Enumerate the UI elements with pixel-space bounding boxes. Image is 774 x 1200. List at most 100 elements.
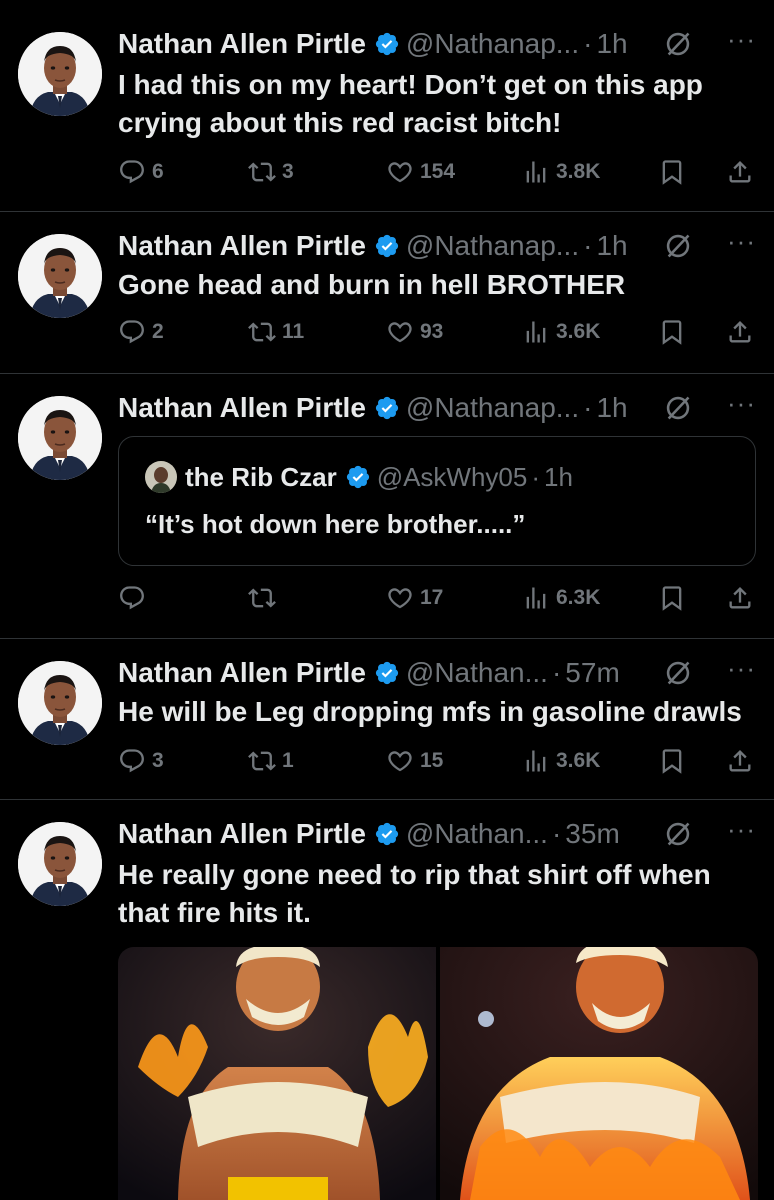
tweet[interactable]: Nathan Allen Pirtle @Nathan... · 57m ···… xyxy=(0,639,774,800)
tweet-image[interactable] xyxy=(440,947,758,1200)
view-count: 3.8K xyxy=(556,160,601,183)
more-icon[interactable]: ··· xyxy=(727,814,756,845)
verified-badge-icon xyxy=(374,395,400,421)
reply-button[interactable]: 3 xyxy=(118,741,164,781)
views-button[interactable]: 3.6K xyxy=(522,312,600,352)
bookmark-button[interactable] xyxy=(658,741,692,781)
repost-count: 1 xyxy=(282,749,294,772)
reply-icon xyxy=(118,318,146,346)
bookmark-button[interactable] xyxy=(658,312,692,352)
verified-badge-icon xyxy=(374,31,400,57)
timestamp[interactable]: 57m xyxy=(565,657,619,689)
quoted-author-name: the Rib Czar xyxy=(185,461,337,492)
avatar[interactable] xyxy=(18,396,102,480)
separator-dot: · xyxy=(583,28,593,59)
share-icon xyxy=(726,747,754,775)
view-count: 6.3K xyxy=(556,586,601,609)
author-handle[interactable]: @Nathanap... xyxy=(406,230,579,262)
bookmark-button[interactable] xyxy=(658,152,692,192)
tweet-text: He really gone need to rip that shirt of… xyxy=(118,859,711,928)
author-handle[interactable]: @Nathanap... xyxy=(406,392,579,424)
repost-button[interactable]: 11 xyxy=(248,312,304,352)
reply-button[interactable]: 6 xyxy=(118,152,164,192)
quoted-tweet[interactable]: the Rib Czar @AskWhy05 · 1h “It’s hot do… xyxy=(118,436,756,566)
heart-icon xyxy=(386,158,414,186)
repost-button[interactable]: 3 xyxy=(248,152,294,192)
share-button[interactable] xyxy=(726,152,760,192)
verified-badge-icon xyxy=(345,464,371,490)
repost-icon xyxy=(248,158,276,186)
views-button[interactable]: 6.3K xyxy=(522,578,600,618)
grok-icon[interactable] xyxy=(664,820,692,848)
reply-button[interactable]: 2 xyxy=(118,312,164,352)
author-name[interactable]: Nathan Allen Pirtle xyxy=(118,230,366,262)
action-bar: 6 3 154 3.8K xyxy=(118,152,758,192)
tweet-image[interactable] xyxy=(118,947,436,1200)
like-count: 17 xyxy=(420,586,444,609)
like-button[interactable]: 17 xyxy=(386,578,443,618)
author-name[interactable]: Nathan Allen Pirtle xyxy=(118,657,366,689)
reply-icon xyxy=(118,747,146,775)
tweet-text: He will be Leg dropping mfs in gasoline … xyxy=(118,696,742,727)
more-icon[interactable]: ··· xyxy=(727,226,756,257)
separator-dot: · xyxy=(551,657,562,688)
more-icon[interactable]: ··· xyxy=(727,24,756,55)
separator-dot: · xyxy=(531,461,541,492)
tweet[interactable]: Nathan Allen Pirtle @Nathanap... · 1h ··… xyxy=(0,212,774,374)
repost-button[interactable] xyxy=(248,578,282,618)
grok-icon[interactable] xyxy=(664,394,692,422)
grok-icon[interactable] xyxy=(664,659,692,687)
more-icon[interactable]: ··· xyxy=(727,388,756,419)
verified-badge-icon xyxy=(374,233,400,259)
timestamp[interactable]: 1h xyxy=(596,230,627,262)
verified-badge-icon xyxy=(374,821,400,847)
views-icon xyxy=(522,747,550,775)
avatar[interactable] xyxy=(18,234,102,318)
quoted-avatar xyxy=(145,461,177,493)
media-grid xyxy=(118,947,758,1200)
avatar[interactable] xyxy=(18,32,102,116)
separator-dot: · xyxy=(583,392,593,423)
like-button[interactable]: 15 xyxy=(386,741,443,781)
repost-count: 3 xyxy=(282,160,294,183)
share-button[interactable] xyxy=(726,312,760,352)
action-bar: 17 6.3K xyxy=(118,578,758,618)
like-button[interactable]: 154 xyxy=(386,152,455,192)
like-button[interactable]: 93 xyxy=(386,312,443,352)
views-button[interactable]: 3.8K xyxy=(522,152,600,192)
author-handle[interactable]: @Nathanap... xyxy=(406,28,579,60)
avatar[interactable] xyxy=(18,661,102,745)
author-handle[interactable]: @Nathan... xyxy=(406,657,548,689)
grok-icon[interactable] xyxy=(664,232,692,260)
repost-count: 11 xyxy=(282,320,305,343)
bookmark-icon xyxy=(658,584,686,612)
author-name[interactable]: Nathan Allen Pirtle xyxy=(118,28,366,60)
grok-icon[interactable] xyxy=(664,30,692,58)
share-button[interactable] xyxy=(726,578,760,618)
views-icon xyxy=(522,318,550,346)
bookmark-button[interactable] xyxy=(658,578,692,618)
author-handle[interactable]: @Nathan... xyxy=(406,818,548,850)
tweet[interactable]: Nathan Allen Pirtle @Nathanap... · 1h ··… xyxy=(0,374,774,639)
author-name[interactable]: Nathan Allen Pirtle xyxy=(118,392,366,424)
author-name[interactable]: Nathan Allen Pirtle xyxy=(118,818,366,850)
reply-count: 6 xyxy=(152,160,164,183)
bookmark-icon xyxy=(658,158,686,186)
timestamp[interactable]: 1h xyxy=(596,392,627,424)
heart-icon xyxy=(386,318,414,346)
like-count: 154 xyxy=(420,160,456,183)
share-button[interactable] xyxy=(726,741,760,781)
separator-dot: · xyxy=(551,818,562,849)
more-icon[interactable]: ··· xyxy=(727,653,756,684)
timestamp[interactable]: 1h xyxy=(596,28,627,60)
reply-count: 3 xyxy=(152,749,164,772)
verified-badge-icon xyxy=(374,660,400,686)
avatar[interactable] xyxy=(18,822,102,906)
timestamp[interactable]: 35m xyxy=(565,818,619,850)
share-icon xyxy=(726,584,754,612)
repost-button[interactable]: 1 xyxy=(248,741,294,781)
reply-button[interactable] xyxy=(118,578,152,618)
tweet[interactable]: Nathan Allen Pirtle @Nathanap... · 1h ··… xyxy=(0,0,774,212)
views-button[interactable]: 3.6K xyxy=(522,741,600,781)
quoted-timestamp: 1h xyxy=(544,461,573,492)
